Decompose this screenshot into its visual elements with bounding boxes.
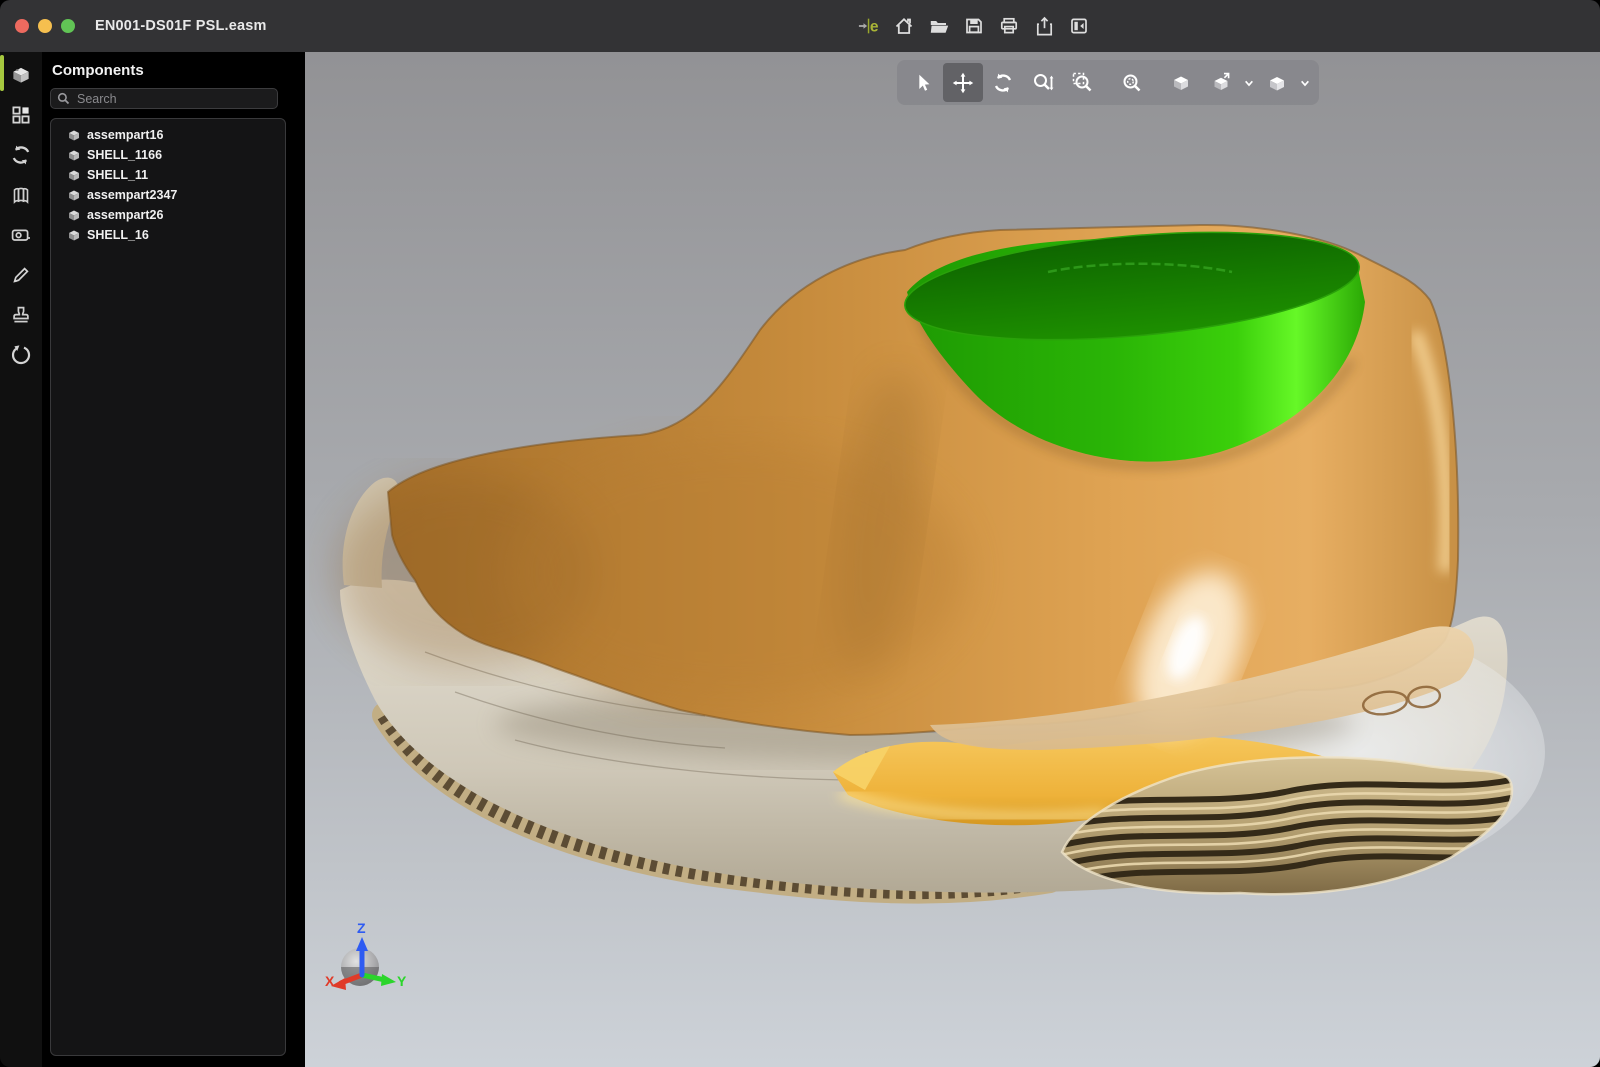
tree-item-assempart26[interactable]: assempart26 [67,205,285,225]
viewport-3d[interactable]: X Y Z [305,52,1600,1067]
minimize-window-button[interactable] [38,19,52,33]
titlebar-toolbar: e [858,0,1090,52]
edrawings-logo-icon[interactable]: e [858,15,880,37]
views-tool-icon[interactable] [4,98,38,132]
tree-item-label: assempart16 [87,128,163,142]
part-icon [67,228,81,242]
app-window: EN001-DS01F PSL.easm e [0,0,1600,1067]
part-icon [67,168,81,182]
tree-item-shell-1166[interactable]: SHELL_1166 [67,145,285,165]
tree-item-label: SHELL_11 [87,168,148,182]
search-input[interactable] [75,91,271,107]
part-icon [67,208,81,222]
main-area: Components assempart16 SHELL_1166 [0,52,1600,1067]
left-toolstrip [0,52,42,1067]
open-file-icon[interactable] [928,15,950,37]
tree-item-assempart16[interactable]: assempart16 [67,125,285,145]
part-icon [67,128,81,142]
shoe-model-render: X Y Z [305,52,1600,1067]
close-window-button[interactable] [15,19,29,33]
axis-label-x: X [325,973,335,989]
active-tool-indicator [0,55,4,91]
home-icon[interactable] [893,15,915,37]
perspective-view-button[interactable] [1161,63,1201,102]
reset-tool-icon[interactable] [4,338,38,372]
axis-triad: X Y Z [325,920,407,990]
print-icon[interactable] [998,15,1020,37]
components-tool-icon[interactable] [4,58,38,92]
components-panel: Components assempart16 SHELL_1166 [42,52,305,1067]
part-icon [67,148,81,162]
titlebar: EN001-DS01F PSL.easm e [0,0,1600,52]
rotate-tool-button[interactable] [983,63,1023,102]
save-icon[interactable] [963,15,985,37]
panel-heading: Components [52,62,305,79]
mass-properties-tool-icon[interactable] [4,178,38,212]
axis-label-z: Z [357,920,366,936]
search-icon [57,92,70,105]
tree-item-label: SHELL_16 [87,228,149,242]
tree-item-assempart2347[interactable]: assempart2347 [67,185,285,205]
axis-label-y: Y [397,973,407,989]
tree-item-label: assempart2347 [87,188,177,202]
display-style-dropdown-icon[interactable] [1297,63,1313,102]
stamp-tool-icon[interactable] [4,298,38,332]
tree-item-label: SHELL_1166 [87,148,162,162]
svg-text:e: e [870,19,879,36]
tree-item-shell-16[interactable]: SHELL_16 [67,225,285,245]
zoom-fit-tool-button[interactable] [1112,63,1152,102]
share-icon[interactable] [1033,15,1055,37]
components-tree: assempart16 SHELL_1166 SHELL_11 assempar… [50,118,286,1056]
traffic-lights [15,0,75,52]
display-style-button[interactable] [1257,63,1297,102]
animate-tool-icon[interactable] [4,138,38,172]
search-box[interactable] [50,88,278,109]
tree-item-label: assempart26 [87,208,163,222]
pan-tool-button[interactable] [943,63,983,102]
zoom-window-button[interactable] [61,19,75,33]
select-tool-button[interactable] [903,63,943,102]
view-orientation-button[interactable] [1201,63,1241,102]
view-toolbar [897,60,1319,105]
markup-tool-icon[interactable] [4,258,38,292]
measure-tool-icon[interactable] [4,218,38,252]
zoom-area-tool-button[interactable] [1063,63,1103,102]
zoom-tool-button[interactable] [1023,63,1063,102]
tree-item-shell-11[interactable]: SHELL_11 [67,165,285,185]
part-icon [67,188,81,202]
toggle-panel-icon[interactable] [1068,15,1090,37]
view-orientation-dropdown-icon[interactable] [1241,63,1257,102]
window-title: EN001-DS01F PSL.easm [95,0,267,52]
